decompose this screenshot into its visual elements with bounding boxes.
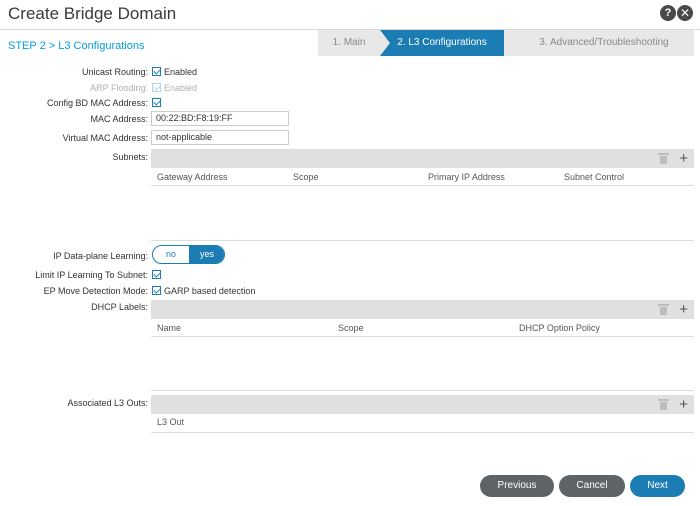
dhcp-table-body [151, 390, 694, 391]
next-button[interactable]: Next [630, 475, 685, 497]
column-header[interactable]: Gateway Address [157, 172, 228, 182]
ip-learning-label: IP Data-plane Learning: [53, 251, 148, 261]
l3outs-label: Associated L3 Outs: [67, 398, 148, 408]
step-label: STEP 2 > L3 Configurations [8, 40, 145, 52]
help-icon[interactable]: ? [660, 5, 676, 21]
trash-icon[interactable] [658, 399, 669, 410]
virtual-mac-label: Virtual MAC Address: [62, 133, 148, 143]
column-header[interactable]: Primary IP Address [428, 172, 505, 182]
subnets-toolbar: + [151, 149, 694, 168]
close-icon[interactable]: ✕ [677, 5, 693, 21]
dhcp-table-header: Name Scope DHCP Option Policy [151, 319, 694, 337]
config-bd-mac-checkbox[interactable] [152, 98, 161, 107]
dhcp-toolbar: + [151, 300, 694, 319]
arp-flooding-text: Enabled [164, 83, 198, 93]
config-bd-mac-label: Config BD MAC Address: [46, 98, 148, 108]
arp-flooding-checkbox [152, 83, 161, 92]
column-header[interactable]: Scope [338, 323, 364, 333]
unicast-routing-label: Unicast Routing: [81, 67, 148, 77]
wizard-steps: 1. Main 2. L3 Configurations 3. Advanced… [318, 30, 694, 56]
column-header[interactable]: Scope [293, 172, 319, 182]
mac-address-input[interactable]: 00:22:BD:F8:19:FF [151, 111, 289, 126]
previous-button[interactable]: Previous [480, 475, 554, 497]
mac-address-label: MAC Address: [90, 114, 148, 124]
l3outs-toolbar: + [151, 395, 694, 414]
limit-ip-checkbox[interactable] [152, 270, 161, 279]
step-l3-configurations[interactable]: 2. L3 Configurations [380, 30, 514, 56]
arp-flooding-label: ARP Flooding: [90, 83, 148, 93]
cancel-button[interactable]: Cancel [559, 475, 625, 497]
subnets-table-body [151, 240, 694, 241]
toggle-no[interactable]: no [153, 246, 189, 263]
column-header[interactable]: Name [157, 323, 181, 333]
virtual-mac-input[interactable]: not-applicable [151, 130, 289, 145]
ep-move-label: EP Move Detection Mode: [43, 286, 148, 296]
add-icon[interactable]: + [679, 395, 688, 414]
ip-learning-toggle[interactable]: no yes [152, 245, 225, 264]
dhcp-labels-label: DHCP Labels: [91, 302, 148, 312]
add-icon[interactable]: + [679, 300, 688, 319]
add-icon[interactable]: + [679, 149, 688, 168]
dialog-header: Create Bridge Domain ? ✕ [0, 0, 700, 30]
subnets-table-header: Gateway Address Scope Primary IP Address… [151, 168, 694, 186]
ep-move-text: GARP based detection [164, 286, 256, 296]
toggle-yes[interactable]: yes [189, 246, 224, 263]
trash-icon[interactable] [658, 304, 669, 315]
step-main[interactable]: 1. Main [318, 30, 380, 56]
unicast-routing-text: Enabled [164, 67, 198, 77]
column-header[interactable]: L3 Out [157, 417, 184, 427]
unicast-routing-checkbox[interactable] [152, 67, 161, 76]
limit-ip-label: Limit IP Learning To Subnet: [35, 270, 148, 280]
dialog-title: Create Bridge Domain [8, 4, 177, 23]
trash-icon[interactable] [658, 153, 669, 164]
ep-move-checkbox[interactable] [152, 286, 161, 295]
l3outs-table-header: L3 Out [151, 413, 694, 433]
step-advanced-troubleshooting[interactable]: 3. Advanced/Troubleshooting [504, 30, 694, 56]
column-header[interactable]: DHCP Option Policy [519, 323, 600, 333]
subnets-label: Subnets: [112, 152, 148, 162]
column-header[interactable]: Subnet Control [564, 172, 624, 182]
